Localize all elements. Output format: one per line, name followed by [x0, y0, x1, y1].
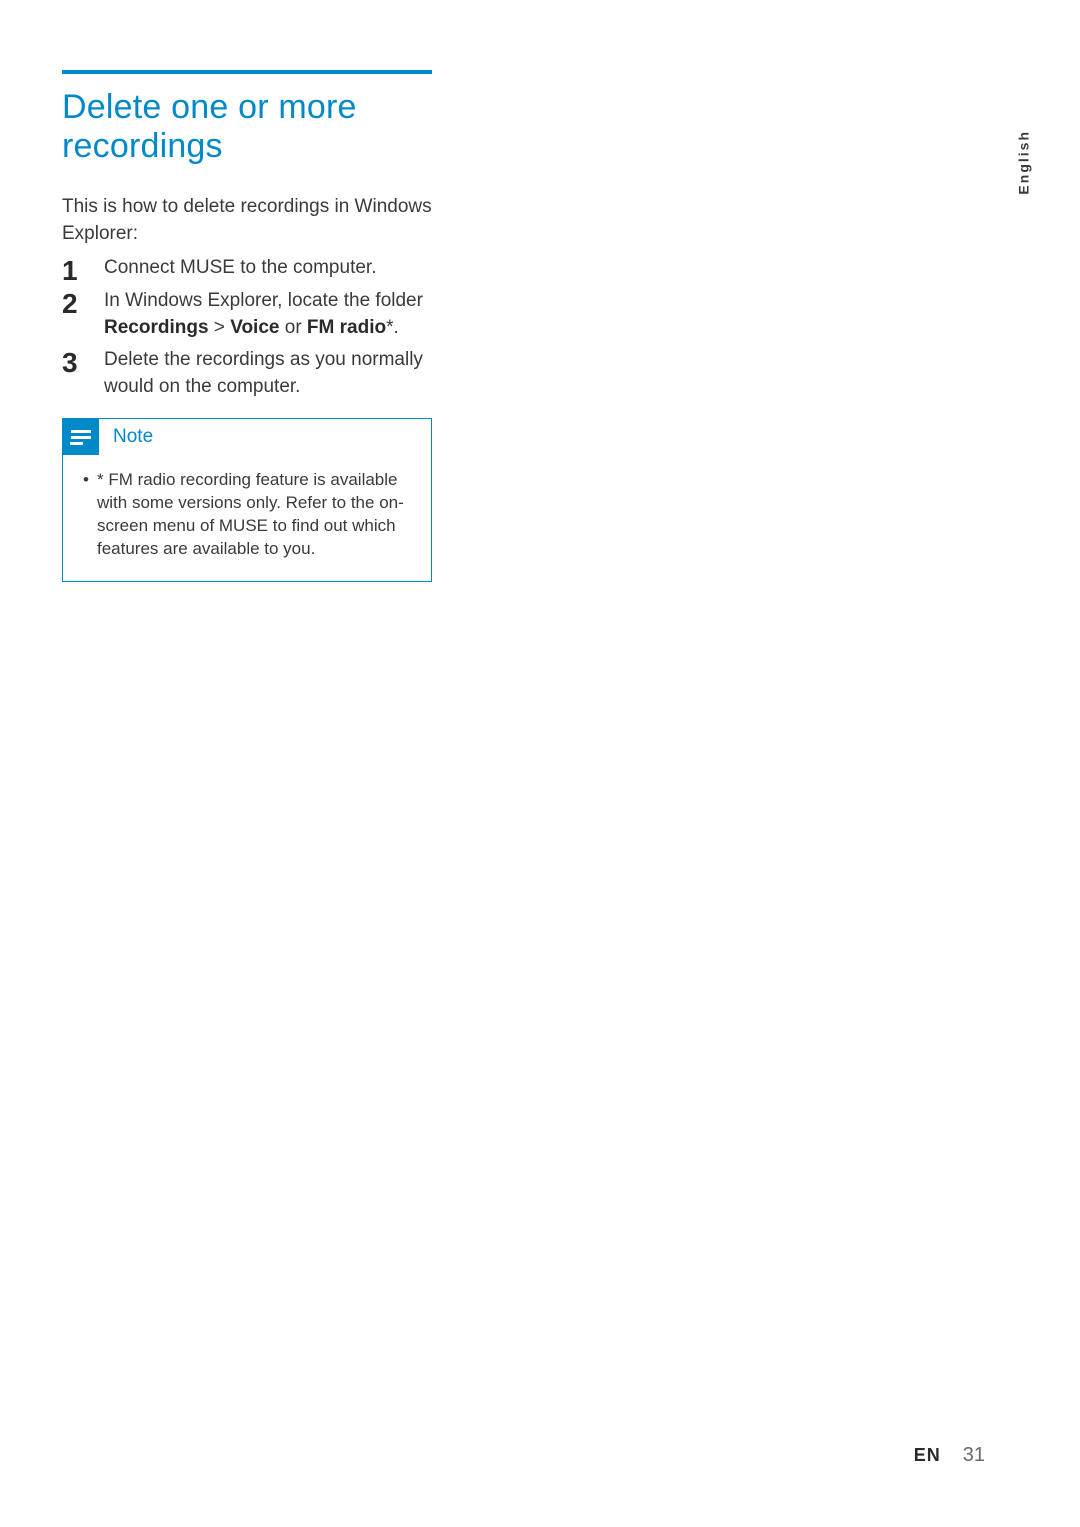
section-title: Delete one or more recordings	[62, 88, 432, 166]
step-2-b3: FM radio	[307, 317, 386, 338]
footer-page: 31	[963, 1444, 985, 1467]
note-label: Note	[113, 426, 153, 448]
note-item: * FM radio recording feature is availabl…	[83, 469, 415, 561]
note-text: * FM radio recording feature is availabl…	[97, 470, 404, 558]
step-2-or: or	[279, 317, 306, 338]
step-2-post: *.	[386, 317, 399, 338]
page-footer: EN 31	[914, 1444, 985, 1467]
steps-list: Connect MUSE to the computer. In Windows…	[62, 255, 432, 400]
note-icon	[63, 419, 99, 455]
footer-lang: EN	[914, 1445, 941, 1466]
step-2: In Windows Explorer, locate the folder R…	[62, 288, 432, 341]
step-2-b1: Recordings	[104, 317, 209, 338]
step-2-pre: In Windows Explorer, locate the folder	[104, 290, 423, 311]
step-1-text: Connect MUSE to the computer.	[104, 257, 376, 278]
note-body: * FM radio recording feature is availabl…	[63, 455, 431, 581]
step-2-gt: >	[209, 317, 231, 338]
intro-text: This is how to delete recordings in Wind…	[62, 194, 432, 247]
language-tag: English	[1016, 130, 1032, 195]
step-3: Delete the recordings as you normally wo…	[62, 347, 432, 400]
step-1: Connect MUSE to the computer.	[62, 255, 432, 282]
title-rule	[62, 70, 432, 74]
content-column: Delete one or more recordings This is ho…	[62, 70, 432, 582]
step-2-b2: Voice	[230, 317, 279, 338]
note-box: Note * FM radio recording feature is ava…	[62, 418, 432, 582]
note-header: Note	[63, 419, 431, 455]
step-3-text: Delete the recordings as you normally wo…	[104, 349, 423, 397]
